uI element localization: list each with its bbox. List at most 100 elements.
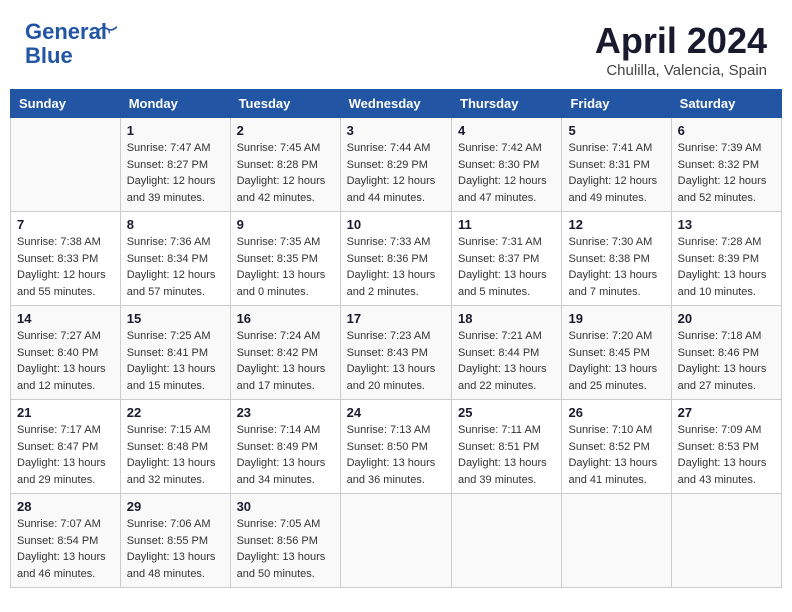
day-number: 13	[678, 217, 775, 232]
week-row-2: 7Sunrise: 7:38 AM Sunset: 8:33 PM Daylig…	[11, 212, 782, 306]
week-row-5: 28Sunrise: 7:07 AM Sunset: 8:54 PM Dayli…	[11, 494, 782, 588]
cell-content: Sunrise: 7:28 AM Sunset: 8:39 PM Dayligh…	[678, 234, 775, 300]
day-number: 5	[568, 123, 664, 138]
calendar-cell: 22Sunrise: 7:15 AM Sunset: 8:48 PM Dayli…	[120, 400, 230, 494]
calendar-cell: 16 Sunrise: 7:24 AM Sunset: 8:42 PM Dayli…	[230, 306, 340, 400]
cell-content: Sunrise: 7:47 AM Sunset: 8:27 PM Dayligh…	[127, 140, 224, 206]
day-number: 28	[17, 499, 114, 514]
day-number: 17	[347, 311, 445, 326]
day-number: 30	[237, 499, 334, 514]
calendar-cell: 17 Sunrise: 7:23 AM Sunset: 8:43 PM Dayli…	[340, 306, 451, 400]
header-cell-sunday: Sunday	[11, 90, 121, 118]
calendar-cell: 14 Sunrise: 7:27 AM Sunset: 8:40 PM Dayli…	[11, 306, 121, 400]
cell-content: Sunrise: 7:17 AM Sunset: 8:47 PM Dayligh…	[17, 422, 114, 488]
week-row-3: 14 Sunrise: 7:27 AM Sunset: 8:40 PM Dayli…	[11, 306, 782, 400]
cell-content: Sunrise: 7:09 AM Sunset: 8:53 PM Dayligh…	[678, 422, 775, 488]
calendar-cell: 29 Sunrise: 7:06 AM Sunset: 8:55 PM Dayli…	[120, 494, 230, 588]
cell-content: Sunrise: 7:21 AM Sunset: 8:44 PM Dayligh…	[458, 328, 555, 394]
calendar-cell: 8Sunrise: 7:36 AM Sunset: 8:34 PM Daylig…	[120, 212, 230, 306]
week-row-4: 21 Sunrise: 7:17 AM Sunset: 8:47 PM Dayli…	[11, 400, 782, 494]
day-number: 11	[458, 217, 555, 232]
calendar-cell: 5 Sunrise: 7:41 AM Sunset: 8:31 PM Daylig…	[562, 118, 671, 212]
day-number: 9	[237, 217, 334, 232]
logo-text: GeneralBlue	[25, 20, 107, 68]
header-cell-friday: Friday	[562, 90, 671, 118]
week-row-1: 1 Sunrise: 7:47 AM Sunset: 8:27 PM Daylig…	[11, 118, 782, 212]
day-number: 14	[17, 311, 114, 326]
logo: GeneralBlue	[25, 20, 117, 68]
calendar-cell: 26Sunrise: 7:10 AM Sunset: 8:52 PM Dayli…	[562, 400, 671, 494]
calendar-cell: 10Sunrise: 7:33 AM Sunset: 8:36 PM Dayli…	[340, 212, 451, 306]
cell-content: Sunrise: 7:25 AM Sunset: 8:41 PM Dayligh…	[127, 328, 224, 394]
cell-content: Sunrise: 7:18 AM Sunset: 8:46 PM Dayligh…	[678, 328, 775, 394]
location: Chulilla, Valencia, Spain	[595, 62, 767, 79]
calendar-cell: 27 Sunrise: 7:09 AM Sunset: 8:53 PM Dayli…	[671, 400, 781, 494]
calendar-cell: 6 Sunrise: 7:39 AM Sunset: 8:32 PM Daylig…	[671, 118, 781, 212]
calendar-cell: 12 Sunrise: 7:30 AM Sunset: 8:38 PM Dayli…	[562, 212, 671, 306]
day-number: 10	[347, 217, 445, 232]
cell-content: Sunrise: 7:11 AM Sunset: 8:51 PM Dayligh…	[458, 422, 555, 488]
calendar-cell: 1 Sunrise: 7:47 AM Sunset: 8:27 PM Daylig…	[120, 118, 230, 212]
cell-content: Sunrise: 7:27 AM Sunset: 8:40 PM Dayligh…	[17, 328, 114, 394]
day-number: 12	[568, 217, 664, 232]
day-number: 20	[678, 311, 775, 326]
day-number: 8	[127, 217, 224, 232]
header-cell-wednesday: Wednesday	[340, 90, 451, 118]
cell-content: Sunrise: 7:23 AM Sunset: 8:43 PM Dayligh…	[347, 328, 445, 394]
calendar-cell	[562, 494, 671, 588]
calendar-cell: 7Sunrise: 7:38 AM Sunset: 8:33 PM Daylig…	[11, 212, 121, 306]
calendar-cell: 19Sunrise: 7:20 AM Sunset: 8:45 PM Dayli…	[562, 306, 671, 400]
cell-content: Sunrise: 7:39 AM Sunset: 8:32 PM Dayligh…	[678, 140, 775, 206]
day-number: 19	[568, 311, 664, 326]
day-number: 4	[458, 123, 555, 138]
day-number: 21	[17, 405, 114, 420]
cell-content: Sunrise: 7:06 AM Sunset: 8:55 PM Dayligh…	[127, 516, 224, 582]
logo-bird-icon	[97, 25, 117, 39]
cell-content: Sunrise: 7:41 AM Sunset: 8:31 PM Dayligh…	[568, 140, 664, 206]
calendar-cell: 24 Sunrise: 7:13 AM Sunset: 8:50 PM Dayli…	[340, 400, 451, 494]
day-number: 25	[458, 405, 555, 420]
day-number: 22	[127, 405, 224, 420]
cell-content: Sunrise: 7:24 AM Sunset: 8:42 PM Dayligh…	[237, 328, 334, 394]
cell-content: Sunrise: 7:45 AM Sunset: 8:28 PM Dayligh…	[237, 140, 334, 206]
calendar-cell	[11, 118, 121, 212]
day-number: 29	[127, 499, 224, 514]
day-number: 27	[678, 405, 775, 420]
calendar-cell: 23Sunrise: 7:14 AM Sunset: 8:49 PM Dayli…	[230, 400, 340, 494]
calendar-cell: 21 Sunrise: 7:17 AM Sunset: 8:47 PM Dayli…	[11, 400, 121, 494]
cell-content: Sunrise: 7:14 AM Sunset: 8:49 PM Dayligh…	[237, 422, 334, 488]
cell-content: Sunrise: 7:42 AM Sunset: 8:30 PM Dayligh…	[458, 140, 555, 206]
day-number: 3	[347, 123, 445, 138]
header-cell-monday: Monday	[120, 90, 230, 118]
header-row: SundayMondayTuesdayWednesdayThursdayFrid…	[11, 90, 782, 118]
cell-content: Sunrise: 7:13 AM Sunset: 8:50 PM Dayligh…	[347, 422, 445, 488]
month-title: April 2024	[595, 20, 767, 62]
header-cell-saturday: Saturday	[671, 90, 781, 118]
calendar-cell: 15 Sunrise: 7:25 AM Sunset: 8:41 PM Dayli…	[120, 306, 230, 400]
day-number: 15	[127, 311, 224, 326]
calendar-cell	[340, 494, 451, 588]
cell-content: Sunrise: 7:10 AM Sunset: 8:52 PM Dayligh…	[568, 422, 664, 488]
day-number: 24	[347, 405, 445, 420]
calendar-cell: 20 Sunrise: 7:18 AM Sunset: 8:46 PM Dayli…	[671, 306, 781, 400]
calendar-cell: 25 Sunrise: 7:11 AM Sunset: 8:51 PM Dayli…	[452, 400, 562, 494]
calendar-cell: 30 Sunrise: 7:05 AM Sunset: 8:56 PM Dayli…	[230, 494, 340, 588]
calendar-cell: 9 Sunrise: 7:35 AM Sunset: 8:35 PM Daylig…	[230, 212, 340, 306]
calendar-cell	[452, 494, 562, 588]
calendar-cell: 11Sunrise: 7:31 AM Sunset: 8:37 PM Dayli…	[452, 212, 562, 306]
day-number: 18	[458, 311, 555, 326]
cell-content: Sunrise: 7:38 AM Sunset: 8:33 PM Dayligh…	[17, 234, 114, 300]
calendar-cell: 13 Sunrise: 7:28 AM Sunset: 8:39 PM Dayli…	[671, 212, 781, 306]
calendar-cell: 28Sunrise: 7:07 AM Sunset: 8:54 PM Dayli…	[11, 494, 121, 588]
calendar-cell: 18 Sunrise: 7:21 AM Sunset: 8:44 PM Dayli…	[452, 306, 562, 400]
cell-content: Sunrise: 7:05 AM Sunset: 8:56 PM Dayligh…	[237, 516, 334, 582]
day-number: 6	[678, 123, 775, 138]
cell-content: Sunrise: 7:44 AM Sunset: 8:29 PM Dayligh…	[347, 140, 445, 206]
cell-content: Sunrise: 7:35 AM Sunset: 8:35 PM Dayligh…	[237, 234, 334, 300]
day-number: 1	[127, 123, 224, 138]
day-number: 16	[237, 311, 334, 326]
header-cell-thursday: Thursday	[452, 90, 562, 118]
page-header: GeneralBlue April 2024 Chulilla, Valenci…	[10, 10, 782, 84]
cell-content: Sunrise: 7:30 AM Sunset: 8:38 PM Dayligh…	[568, 234, 664, 300]
header-cell-tuesday: Tuesday	[230, 90, 340, 118]
